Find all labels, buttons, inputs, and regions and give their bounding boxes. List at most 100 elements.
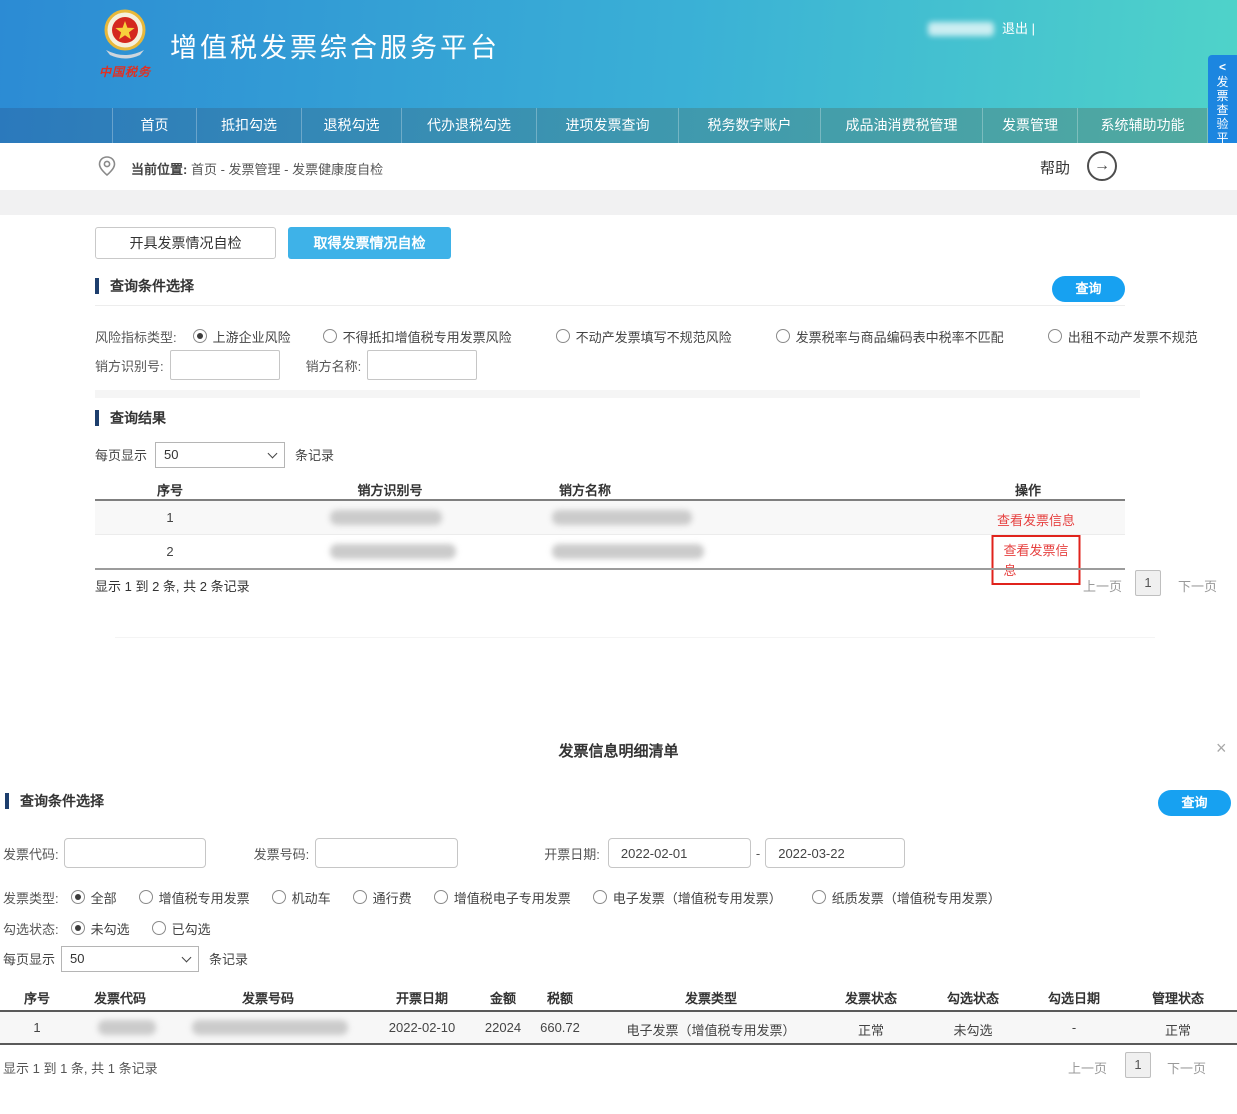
th2-check-status: 勾选状态 bbox=[947, 988, 999, 1007]
page-size-select-modal[interactable]: 50 bbox=[61, 946, 199, 972]
breadcrumb-prefix: 当前位置: bbox=[131, 162, 187, 177]
radio-type-einvoice-special[interactable]: 电子发票（增值税专用发票） bbox=[593, 888, 782, 907]
prev-page-button[interactable]: 上一页 bbox=[1083, 576, 1122, 595]
close-icon[interactable]: × bbox=[1216, 738, 1227, 759]
help-arrow-icon[interactable]: → bbox=[1087, 151, 1117, 181]
radio-rental-realestate-risk[interactable]: 出租不动产发票不规范 bbox=[1048, 327, 1198, 346]
cell-amount: 22024 bbox=[485, 1020, 521, 1035]
date-range-separator: - bbox=[756, 846, 760, 861]
username-redacted bbox=[928, 22, 994, 36]
radio-type-electronic-special-vat[interactable]: 增值税电子专用发票 bbox=[434, 888, 571, 907]
th-index: 序号 bbox=[157, 480, 183, 499]
th-seller-name: 销方名称 bbox=[559, 480, 611, 499]
date-from-input[interactable]: 2022-02-01 bbox=[608, 838, 751, 868]
page: 中国税务 增值税发票综合服务平台 退出 | 首页 抵扣勾选 退税勾选 代办退税勾… bbox=[0, 0, 1237, 1114]
query-button-top[interactable]: 查询 bbox=[1052, 276, 1125, 302]
date-to-input[interactable]: 2022-03-22 bbox=[765, 838, 905, 868]
header: 中国税务 增值税发票综合服务平台 退出 | bbox=[0, 0, 1237, 108]
radio-label: 发票税率与商品编码表中税率不匹配 bbox=[796, 327, 1004, 346]
invoice-type-label: 发票类型: bbox=[3, 888, 59, 907]
content-divider bbox=[115, 637, 1155, 638]
radio-icon bbox=[353, 890, 367, 904]
invoice-number-input[interactable] bbox=[315, 838, 458, 868]
radio-label: 已勾选 bbox=[172, 919, 211, 938]
prev-page-button-modal[interactable]: 上一页 bbox=[1068, 1058, 1107, 1077]
cell-invoice-status: 正常 bbox=[858, 1020, 884, 1039]
nav-item-agent-refund-check[interactable]: 代办退税勾选 bbox=[402, 108, 537, 143]
chevron-down-icon bbox=[182, 952, 192, 962]
page-number-box[interactable]: 1 bbox=[1135, 570, 1161, 596]
section-separator-band bbox=[0, 190, 1237, 215]
tax-emblem-icon bbox=[98, 6, 152, 60]
seller-id-redacted bbox=[330, 510, 442, 525]
seller-name-redacted bbox=[552, 510, 692, 525]
cell-tax: 660.72 bbox=[540, 1020, 580, 1035]
radio-realestate-invoice-fill-risk[interactable]: 不动产发票填写不规范风险 bbox=[556, 327, 732, 346]
radio-type-paper-special[interactable]: 纸质发票（增值税专用发票） bbox=[812, 888, 1001, 907]
modal-query-condition-title: 查询条件选择 bbox=[5, 793, 104, 809]
check-state-row: 勾选状态: 未勾选 已勾选 bbox=[3, 915, 211, 941]
seller-id-input[interactable] bbox=[170, 350, 280, 380]
th-action: 操作 bbox=[1015, 480, 1041, 499]
radio-icon bbox=[323, 329, 337, 343]
radio-taxrate-mismatch-risk[interactable]: 发票税率与商品编码表中税率不匹配 bbox=[776, 327, 1004, 346]
cell-mgmt-status: 正常 bbox=[1165, 1020, 1191, 1039]
modal-filter-row: 发票代码: 发票号码: 开票日期: 2022-02-01 - 2022-03-2… bbox=[3, 838, 905, 868]
radio-type-special-vat[interactable]: 增值税专用发票 bbox=[139, 888, 250, 907]
page-size-prefix: 每页显示 bbox=[3, 949, 55, 968]
invoice-code-redacted bbox=[98, 1020, 156, 1035]
breadcrumb: 当前位置: 首页 - 发票管理 - 发票健康度自检 bbox=[131, 159, 383, 178]
radio-label: 增值税专用发票 bbox=[159, 888, 250, 907]
radio-label: 全部 bbox=[91, 888, 117, 907]
page-number-box-modal[interactable]: 1 bbox=[1125, 1052, 1151, 1078]
nav-item-refined-oil-tax[interactable]: 成品油消费税管理 bbox=[821, 108, 983, 143]
radio-upstream-enterprise-risk[interactable]: 上游企业风险 bbox=[193, 327, 291, 346]
radio-icon bbox=[812, 890, 826, 904]
view-invoice-info-link[interactable]: 查看发票信息 bbox=[997, 510, 1075, 529]
query-button-modal[interactable]: 查询 bbox=[1158, 790, 1231, 816]
cell-index: 1 bbox=[33, 1020, 40, 1035]
radio-icon bbox=[71, 890, 85, 904]
cell-invoice-type: 电子发票（增值税专用发票） bbox=[626, 1020, 795, 1039]
row-index: 2 bbox=[166, 544, 173, 559]
nav-item-home[interactable]: 首页 bbox=[112, 108, 197, 143]
invoice-code-input[interactable] bbox=[64, 838, 206, 868]
query-condition-title: 查询条件选择 bbox=[95, 278, 194, 294]
radio-checked-state[interactable]: 已勾选 bbox=[152, 919, 211, 938]
th-seller-id: 销方识别号 bbox=[357, 480, 422, 499]
th2-invoice-number: 发票号码 bbox=[242, 988, 294, 1007]
logout-link[interactable]: 退出 | bbox=[1002, 18, 1035, 37]
nav-item-system-aux[interactable]: 系统辅助功能 bbox=[1078, 108, 1208, 143]
risk-type-label: 风险指标类型: bbox=[95, 327, 177, 346]
seller-name-input[interactable] bbox=[367, 350, 477, 380]
invoice-number-redacted bbox=[192, 1020, 348, 1035]
tab-issued-invoice-selfcheck[interactable]: 开具发票情况自检 bbox=[95, 227, 276, 259]
radio-icon bbox=[434, 890, 448, 904]
tab-received-invoice-selfcheck[interactable]: 取得发票情况自检 bbox=[288, 227, 451, 259]
nav-item-input-invoice-query[interactable]: 进项发票查询 bbox=[537, 108, 679, 143]
cell-check-date: - bbox=[1072, 1020, 1076, 1035]
radio-type-toll[interactable]: 通行费 bbox=[353, 888, 412, 907]
nav-item-tax-digital-account[interactable]: 税务数字账户 bbox=[679, 108, 821, 143]
radio-unchecked-state[interactable]: 未勾选 bbox=[71, 919, 130, 938]
nav-item-tax-refund-check[interactable]: 退税勾选 bbox=[302, 108, 402, 143]
risk-type-row: 风险指标类型: 上游企业风险 不得抵扣增值税专用发票风险 不动产发票填写不规范风… bbox=[95, 322, 1198, 350]
radio-type-all[interactable]: 全部 bbox=[71, 888, 117, 907]
radio-label: 电子发票（增值税专用发票） bbox=[613, 888, 782, 907]
radio-icon bbox=[1048, 329, 1062, 343]
help-label[interactable]: 帮助 bbox=[1040, 157, 1070, 178]
th2-check-date: 勾选日期 bbox=[1048, 988, 1100, 1007]
nav-item-invoice-management[interactable]: 发票管理 bbox=[983, 108, 1078, 143]
radio-nondeductible-special-invoice-risk[interactable]: 不得抵扣增值税专用发票风险 bbox=[323, 327, 512, 346]
radio-icon bbox=[152, 921, 166, 935]
radio-type-motor-vehicle[interactable]: 机动车 bbox=[272, 888, 331, 907]
next-page-button[interactable]: 下一页 bbox=[1178, 576, 1217, 595]
view-invoice-info-link[interactable]: 查看发票信息 bbox=[1004, 543, 1069, 578]
app-title: 增值税发票综合服务平台 bbox=[170, 26, 500, 65]
chevron-left-icon: < bbox=[1208, 60, 1237, 74]
logo-caption: 中国税务 bbox=[90, 63, 160, 80]
radio-icon bbox=[556, 329, 570, 343]
nav-item-deduction-check[interactable]: 抵扣勾选 bbox=[197, 108, 302, 143]
next-page-button-modal[interactable]: 下一页 bbox=[1167, 1058, 1206, 1077]
page-size-select-top[interactable]: 50 bbox=[155, 442, 285, 468]
